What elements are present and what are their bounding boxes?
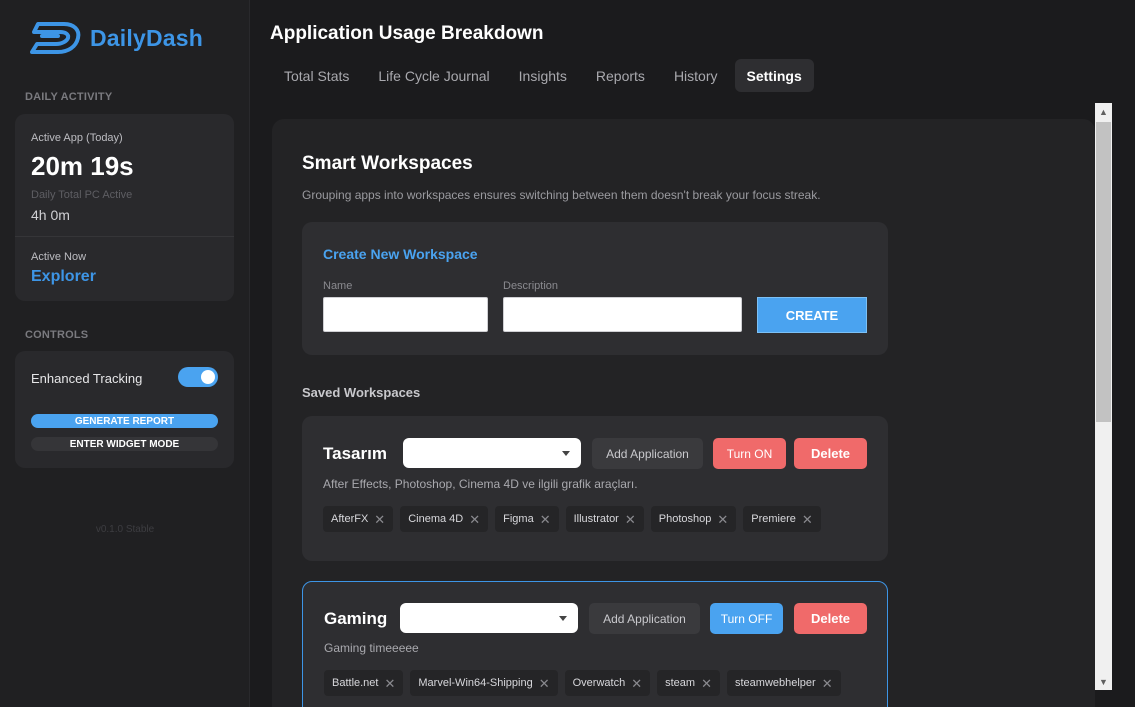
turn-on-button[interactable]: Turn ON [713,438,786,469]
app-chip: Photoshop ✕ [650,506,737,532]
app-name: DailyDash [90,24,204,51]
app-chip: Figma ✕ [495,506,559,532]
description-label: Description [503,280,559,292]
remove-icon[interactable]: ✕ [802,513,813,526]
workspace-description: After Effects, Photoshop, Cinema 4D ve i… [323,477,638,491]
scrollbar[interactable]: ▲ ▼ [1095,103,1112,690]
app-chip-label: steamwebhelper [734,677,816,689]
dailydash-logo-icon [30,22,81,54]
app-chip: Marvel-Win64-Shipping ✕ [410,670,558,696]
daily-total-label: Daily Total PC Active [31,189,133,201]
page-title: Application Usage Breakdown [270,23,544,44]
application-select[interactable] [403,438,581,468]
enhanced-tracking-toggle[interactable] [178,367,218,387]
active-app-card: Active App (Today) 20m 19s Daily Total P… [15,114,234,301]
generate-report-button[interactable]: GENERATE REPORT [31,414,218,428]
scroll-up-icon[interactable]: ▲ [1095,103,1112,120]
create-workspace-title: Create New Workspace [323,246,478,262]
app-chip-label: Figma [503,513,534,525]
remove-icon[interactable]: ✕ [374,513,385,526]
add-application-button[interactable]: Add Application [589,603,700,634]
app-chip: Battle.net ✕ [324,670,404,696]
workspace-description: Gaming timeeeee [324,641,419,655]
remove-icon[interactable]: ✕ [469,513,480,526]
remove-icon[interactable]: ✕ [540,513,551,526]
tab-insights[interactable]: Insights [507,59,579,92]
tab-life-cycle-journal[interactable]: Life Cycle Journal [366,59,501,92]
saved-workspaces-label: Saved Workspaces [302,385,421,400]
app-chip-label: Premiere [751,513,796,525]
delete-button[interactable]: Delete [794,603,867,634]
tab-history[interactable]: History [662,59,730,92]
remove-icon[interactable]: ✕ [822,677,833,690]
app-chip-label: Battle.net [332,677,379,689]
section-description: Grouping apps into workspaces ensures sw… [302,188,821,202]
app-chip: Premiere ✕ [743,506,821,532]
app-chip: Cinema 4D ✕ [400,506,489,532]
daily-total-value: 4h 0m [31,207,70,223]
application-select[interactable] [400,603,578,633]
app-chip-label: steam [665,677,696,689]
create-workspace-card: Create New Workspace Name Description CR… [302,222,888,355]
app-chip-label: Illustrator [573,513,619,525]
create-button[interactable]: CREATE [757,297,867,333]
delete-button[interactable]: Delete [794,438,867,469]
app-chip-label: Cinema 4D [408,513,464,525]
tab-bar: Total Stats Life Cycle Journal Insights … [272,59,819,92]
turn-off-button[interactable]: Turn OFF [710,603,783,634]
version-label: v0.1.0 Stable [95,524,155,535]
remove-icon[interactable]: ✕ [384,677,395,690]
add-application-button[interactable]: Add Application [592,438,703,469]
controls-label: CONTROLS [25,329,89,341]
app-chip: AfterFX ✕ [323,506,394,532]
app-chips: AfterFX ✕ Cinema 4D ✕ Figma ✕ Illustrator ✕ … [323,506,821,532]
name-input[interactable] [323,297,488,332]
active-app-value: 20m 19s [31,151,134,181]
scrollbar-thumb[interactable] [1096,122,1111,422]
app-chip-label: Marvel-Win64-Shipping [418,677,533,689]
tab-total-stats[interactable]: Total Stats [272,59,361,92]
app-chip: steamwebhelper ✕ [726,670,841,696]
remove-icon[interactable]: ✕ [539,677,550,690]
tab-settings[interactable]: Settings [734,59,814,92]
remove-icon[interactable]: ✕ [631,677,642,690]
widget-mode-button[interactable]: ENTER WIDGET MODE [31,437,218,451]
daily-activity-label: DAILY ACTIVITY [25,91,113,103]
remove-icon[interactable]: ✕ [701,677,712,690]
name-label: Name [323,280,353,292]
workspace-card: Tasarım Add Application Turn ON Delete A… [302,416,888,561]
description-input[interactable] [503,297,742,332]
workspace-name: Tasarım [323,444,387,463]
remove-icon[interactable]: ✕ [625,513,636,526]
app-chip-label: AfterFX [331,513,369,525]
active-now-label: Active Now [31,251,87,263]
remove-icon[interactable]: ✕ [717,513,728,526]
active-now-value: Explorer [31,268,96,285]
section-title: Smart Workspaces [302,153,473,174]
enhanced-tracking-label: Enhanced Tracking [31,371,143,386]
sidebar: DailyDash DAILY ACTIVITY Active App (Tod… [0,0,250,707]
app-chip: Overwatch ✕ [564,670,651,696]
settings-panel: Smart Workspaces Grouping apps into work… [272,119,1095,707]
app-chip-label: Overwatch [572,677,626,689]
app-logo: DailyDash [30,20,203,56]
tab-reports[interactable]: Reports [584,59,657,92]
app-chip-label: Photoshop [658,513,712,525]
controls-card: Enhanced Tracking GENERATE REPORT ENTER … [15,351,234,468]
workspace-card: Gaming Add Application Turn OFF Delete G… [302,581,888,707]
workspace-name: Gaming [324,609,388,628]
app-chip: Illustrator ✕ [565,506,644,532]
app-chips: Battle.net ✕ Marvel-Win64-Shipping ✕ Overw… [324,670,841,696]
active-app-label: Active App (Today) [31,132,123,144]
scroll-down-icon[interactable]: ▼ [1095,673,1112,690]
app-chip: steam ✕ [657,670,720,696]
divider [15,236,234,237]
